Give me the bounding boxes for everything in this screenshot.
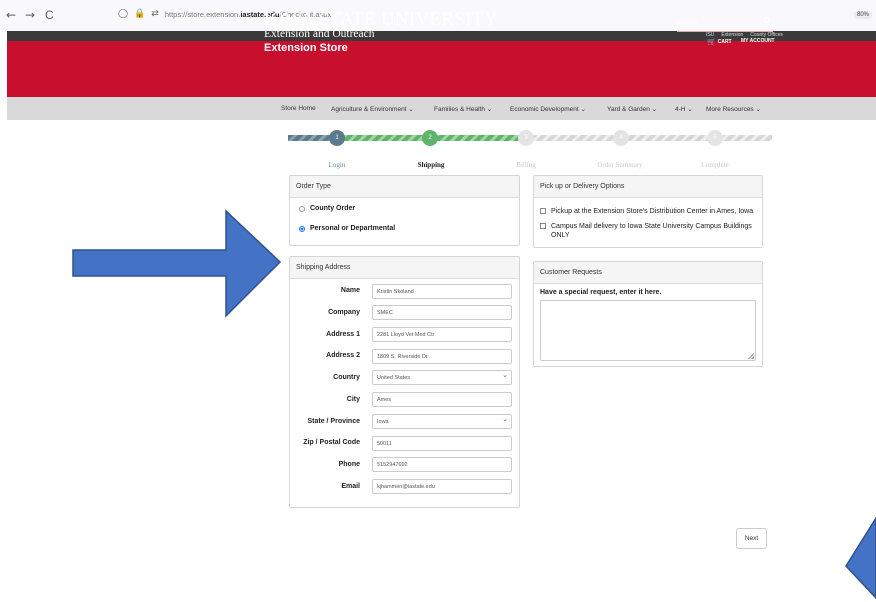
annotation-arrow-left: [845, 516, 876, 600]
annotation-arrow-right: [72, 209, 282, 318]
annotation-overlay: [72, 209, 876, 600]
page: { "browser": { "back": "←", "forward": "…: [0, 0, 876, 602]
